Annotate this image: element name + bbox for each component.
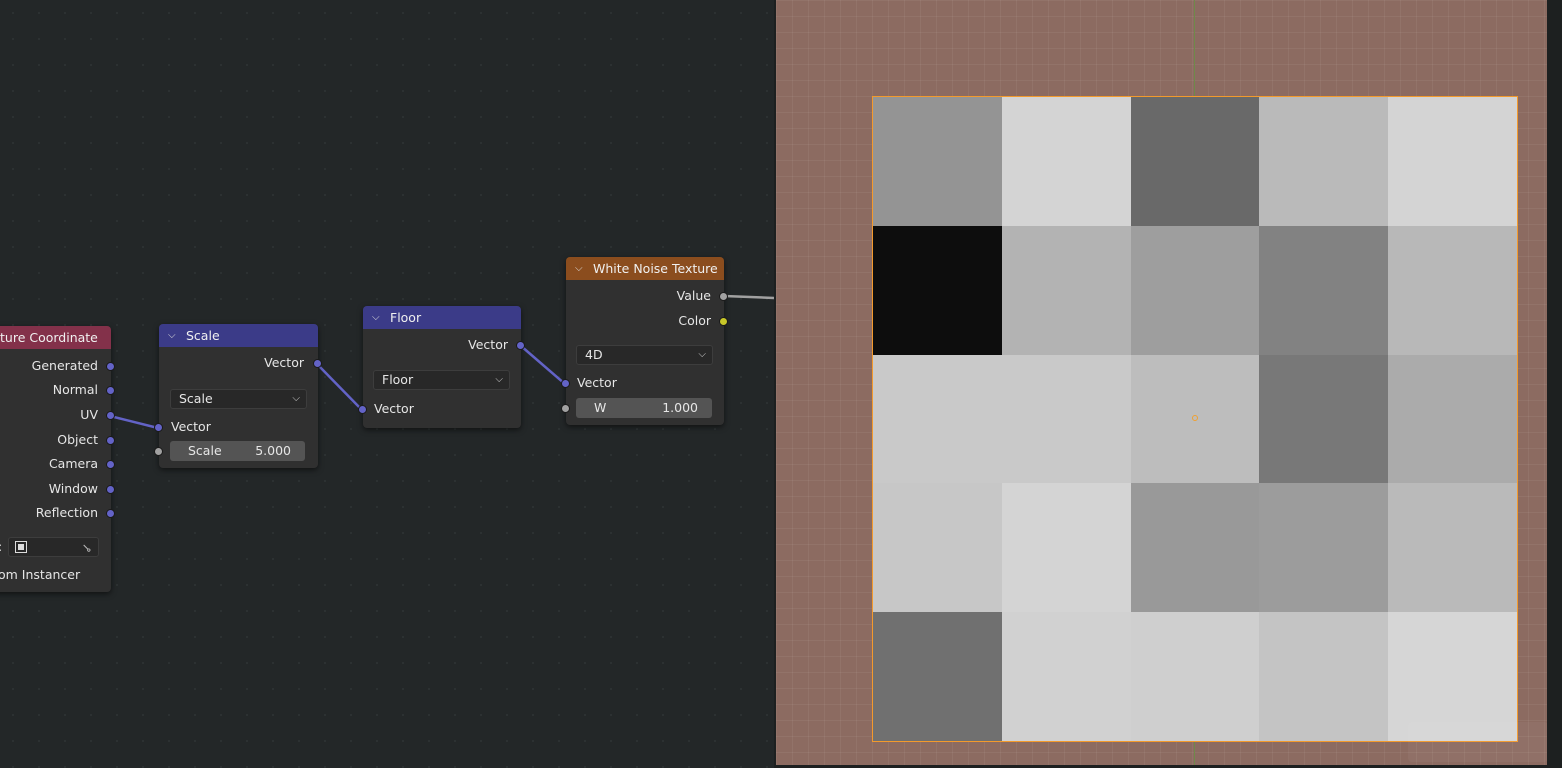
node-header[interactable]: ⌵ Scale: [159, 324, 318, 347]
object-origin-icon: [1192, 415, 1198, 421]
link-uv-to-scale: [109, 414, 159, 430]
3d-viewport[interactable]: [776, 0, 1547, 765]
output-vector-label: Vector: [468, 337, 508, 352]
socket-normal[interactable]: [106, 386, 115, 395]
collapse-chevron-icon[interactable]: ⌵: [372, 312, 386, 323]
node-title: Scale: [186, 328, 220, 343]
noise-cell: [1001, 97, 1131, 226]
socket-input-w[interactable]: [561, 404, 570, 413]
floor-node[interactable]: ⌵ Floor Vector Floor ⌵ Vector: [358, 306, 525, 428]
socket-input-vector[interactable]: [358, 405, 367, 414]
output-color-label: Color: [678, 313, 711, 328]
output-vector-label: Vector: [264, 355, 304, 370]
scale-node[interactable]: ⌵ Scale Vector Scale ⌵ Vector Scale 5.000: [154, 324, 322, 468]
noise-cell: [1388, 225, 1517, 355]
noise-cell: [1130, 97, 1260, 226]
eyedropper-icon[interactable]: ⊸: [77, 538, 97, 558]
link-value-out: [723, 294, 774, 300]
object-field[interactable]: ⊸: [8, 537, 99, 557]
noise-cell: [1259, 97, 1389, 226]
noise-cell: [873, 612, 1002, 741]
node-header[interactable]: ⌵ White Noise Texture: [566, 257, 724, 280]
noise-cell: [873, 483, 1002, 613]
noise-cell: [1130, 225, 1260, 355]
socket-input-vector[interactable]: [154, 423, 163, 432]
noise-cell: [1001, 483, 1131, 613]
link-scale-to-floor: [316, 363, 363, 411]
from-instancer-label[interactable]: om Instancer: [0, 565, 80, 585]
chevron-down-icon: ⌵: [495, 374, 503, 385]
noise-cell: [1130, 612, 1260, 741]
dimensions-dropdown[interactable]: 4D ⌵: [576, 345, 713, 365]
noise-cell: [1259, 225, 1389, 355]
output-camera: Camera: [48, 456, 98, 471]
operation-dropdown[interactable]: Floor ⌵: [373, 370, 510, 390]
noise-cell: [873, 225, 1002, 355]
node-title: ture Coordinate: [0, 330, 98, 345]
socket-object[interactable]: [106, 436, 115, 445]
viewport-overlay: [1408, 722, 1547, 762]
noise-cell: [873, 97, 1002, 226]
node-title: White Noise Texture: [593, 261, 718, 276]
input-vector-label: Vector: [577, 375, 617, 390]
node-title: Floor: [390, 310, 422, 325]
noise-cell: [873, 354, 1002, 484]
socket-output-vector[interactable]: [516, 341, 525, 350]
socket-output-color[interactable]: [719, 317, 728, 326]
node-editor[interactable]: ture Coordinate Generated Normal UV Obje…: [0, 0, 774, 768]
scale-value-field[interactable]: Scale 5.000: [170, 441, 305, 461]
texture-coordinate-node[interactable]: ture Coordinate Generated Normal UV Obje…: [0, 326, 115, 592]
object-label: :: [0, 537, 2, 557]
output-generated: Generated: [31, 358, 98, 373]
output-reflection: Reflection: [35, 505, 98, 520]
noise-cell: [1001, 612, 1131, 741]
output-value-label: Value: [676, 288, 711, 303]
socket-generated[interactable]: [106, 362, 115, 371]
input-vector-label: Vector: [374, 401, 414, 416]
noise-cell: [1388, 483, 1517, 613]
socket-input-scale[interactable]: [154, 447, 163, 456]
output-uv: UV: [80, 407, 98, 422]
socket-output-vector[interactable]: [313, 359, 322, 368]
chevron-down-icon: ⌵: [698, 349, 706, 360]
output-window: Window: [48, 481, 98, 496]
output-object: Object: [57, 432, 98, 447]
socket-output-value[interactable]: [719, 292, 728, 301]
input-vector-label: Vector: [171, 419, 211, 434]
socket-input-vector[interactable]: [561, 379, 570, 388]
node-header[interactable]: ture Coordinate: [0, 326, 111, 349]
noise-cell: [1388, 97, 1517, 226]
link-floor-to-noise: [520, 345, 566, 385]
noise-cell: [1001, 354, 1131, 484]
socket-camera[interactable]: [106, 460, 115, 469]
node-header[interactable]: ⌵ Floor: [363, 306, 521, 329]
chevron-down-icon: ⌵: [292, 393, 300, 404]
noise-cell: [1001, 225, 1131, 355]
noise-cell: [1130, 483, 1260, 613]
collapse-chevron-icon[interactable]: ⌵: [168, 330, 182, 341]
noise-cell: [1388, 354, 1517, 484]
object-picker-icon: [15, 541, 27, 553]
collapse-chevron-icon[interactable]: ⌵: [575, 263, 589, 274]
w-value-field[interactable]: W 1.000: [576, 398, 712, 418]
socket-uv[interactable]: [106, 411, 115, 420]
noise-cell: [1259, 354, 1389, 484]
white-noise-texture-node[interactable]: ⌵ White Noise Texture Value Color 4D ⌵ Ve…: [561, 257, 728, 425]
socket-reflection[interactable]: [106, 509, 115, 518]
noise-cell: [1259, 612, 1389, 741]
output-normal: Normal: [52, 382, 98, 397]
socket-window[interactable]: [106, 485, 115, 494]
noise-cell: [1259, 483, 1389, 613]
operation-dropdown[interactable]: Scale ⌵: [170, 389, 307, 409]
